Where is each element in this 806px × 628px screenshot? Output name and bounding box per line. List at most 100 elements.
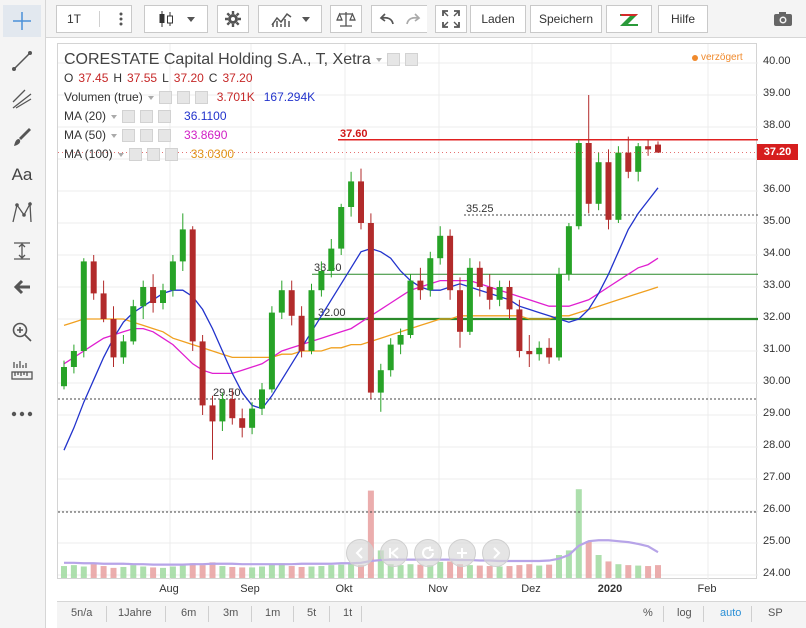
- reset-view-button[interactable]: [414, 539, 442, 567]
- save-button[interactable]: Speichern: [530, 5, 602, 33]
- log-toggle[interactable]: log: [677, 607, 692, 619]
- settings-icon[interactable]: [140, 129, 154, 142]
- zoom-tool[interactable]: [3, 316, 41, 348]
- price-level-label: 29.50: [213, 387, 241, 399]
- symbol-title: CORESTATE Capital Holding S.A., T, Xetra: [64, 51, 371, 68]
- volume-bar: [496, 566, 503, 578]
- reset-start-button[interactable]: [380, 539, 408, 567]
- crosshair-icon: [13, 12, 31, 30]
- brush-tool[interactable]: [3, 121, 41, 153]
- interval-label: 1T: [67, 12, 82, 26]
- candle-body: [635, 146, 642, 172]
- undo-icon[interactable]: [378, 12, 394, 26]
- close-icon[interactable]: [194, 91, 208, 104]
- chevron-down-icon[interactable]: [375, 57, 382, 62]
- help-button[interactable]: Hilfe: [658, 5, 708, 33]
- eye-icon[interactable]: [158, 91, 172, 104]
- volume-value-2: 167.294K: [263, 90, 316, 104]
- chevron-down-icon[interactable]: [111, 114, 118, 119]
- fibonacci-tool[interactable]: [3, 83, 41, 115]
- range-5y[interactable]: 5n/a: [71, 607, 92, 619]
- remove-drawings-tool[interactable]: [3, 271, 41, 303]
- settings-icon[interactable]: [176, 91, 190, 104]
- pattern-tool[interactable]: [3, 197, 41, 229]
- price-axis[interactable]: 40.0039.0038.0037.0036.0035.0034.0033.00…: [757, 43, 806, 579]
- trendline-icon: [12, 51, 32, 71]
- volume-bar: [160, 567, 166, 578]
- settings-icon[interactable]: [146, 148, 160, 161]
- auto-toggle[interactable]: auto: [720, 607, 741, 619]
- sp-toggle[interactable]: SP: [768, 607, 783, 619]
- scroll-right-button[interactable]: [482, 539, 510, 567]
- price-tick-label: 28.00: [763, 439, 791, 451]
- eye-icon[interactable]: [122, 129, 136, 142]
- redo-icon[interactable]: [405, 12, 422, 26]
- chevron-down-icon[interactable]: [147, 95, 154, 100]
- volume-bar: [169, 566, 176, 578]
- scroll-left-button[interactable]: [346, 539, 374, 567]
- price-tick-label: 31.00: [763, 343, 791, 355]
- eye-icon[interactable]: [386, 53, 400, 66]
- measure-tool[interactable]: [3, 235, 41, 267]
- volume-bar: [278, 563, 285, 578]
- close-icon[interactable]: [164, 148, 178, 161]
- eye-icon[interactable]: [128, 148, 142, 161]
- chart-type-selector[interactable]: [144, 5, 208, 33]
- range-1m[interactable]: 1m: [265, 607, 280, 619]
- close-icon[interactable]: [158, 110, 172, 123]
- text-tool[interactable]: Aa: [3, 159, 41, 191]
- range-6m[interactable]: 6m: [181, 607, 196, 619]
- chevron-down-icon[interactable]: [117, 152, 124, 157]
- chart-navigation: [346, 539, 510, 567]
- low-label: L: [162, 71, 169, 85]
- percent-toggle[interactable]: %: [643, 607, 653, 619]
- crosshair-tool[interactable]: [3, 5, 41, 37]
- load-button[interactable]: Laden: [470, 5, 526, 33]
- trendline-tool[interactable]: [3, 45, 41, 77]
- volume-bar: [427, 565, 434, 578]
- volume-bar: [308, 566, 315, 578]
- candle-body: [160, 290, 166, 303]
- screenshot-button[interactable]: [766, 5, 800, 33]
- volume-bar: [397, 565, 404, 578]
- indicators-selector[interactable]: [258, 5, 322, 33]
- volume-bar: [516, 565, 523, 578]
- time-tick-label: Okt: [335, 583, 353, 595]
- volume-bar: [585, 541, 592, 578]
- load-label: Laden: [481, 12, 515, 26]
- candle-body: [169, 261, 176, 291]
- ma100-value: 33.0300: [190, 147, 235, 161]
- brand-logo-icon: [620, 14, 638, 26]
- brand-button[interactable]: [606, 5, 652, 33]
- indicator-overlay-tool[interactable]: [3, 354, 41, 386]
- candle-body: [278, 290, 285, 313]
- range-1d[interactable]: 1t: [343, 607, 352, 619]
- close-icon[interactable]: [158, 129, 172, 142]
- chevron-down-icon[interactable]: [111, 133, 118, 138]
- range-3m[interactable]: 3m: [223, 607, 238, 619]
- price-level-label: 33.40: [314, 262, 342, 274]
- chevron-left-icon: [355, 547, 363, 559]
- volume-bar: [239, 567, 246, 578]
- drawing-toolbar: Aa: [0, 0, 46, 628]
- chart-legend: CORESTATE Capital Holding S.A., T, Xetra…: [64, 50, 418, 164]
- candle-body: [318, 271, 325, 291]
- range-5d[interactable]: 5t: [307, 607, 316, 619]
- interval-selector[interactable]: 1T: [56, 5, 132, 33]
- eye-icon[interactable]: [122, 110, 136, 123]
- volume-bar: [179, 565, 186, 578]
- settings-icon[interactable]: [140, 110, 154, 123]
- range-1y[interactable]: 1Jahre: [118, 607, 152, 619]
- zoom-in-button[interactable]: [448, 539, 476, 567]
- fullscreen-button[interactable]: [435, 5, 467, 33]
- ruler-icon: [11, 361, 33, 380]
- volume-bar: [328, 565, 335, 578]
- settings-button[interactable]: [217, 5, 249, 33]
- settings-icon[interactable]: [404, 53, 418, 66]
- candle-body: [546, 347, 553, 358]
- price-tick-label: 35.00: [763, 215, 791, 227]
- more-tools[interactable]: [3, 398, 41, 430]
- time-axis[interactable]: Aug Sep Okt Nov Dez 2020 Feb: [57, 579, 757, 601]
- compare-button[interactable]: [330, 5, 362, 33]
- price-tick-label: 29.00: [763, 407, 791, 419]
